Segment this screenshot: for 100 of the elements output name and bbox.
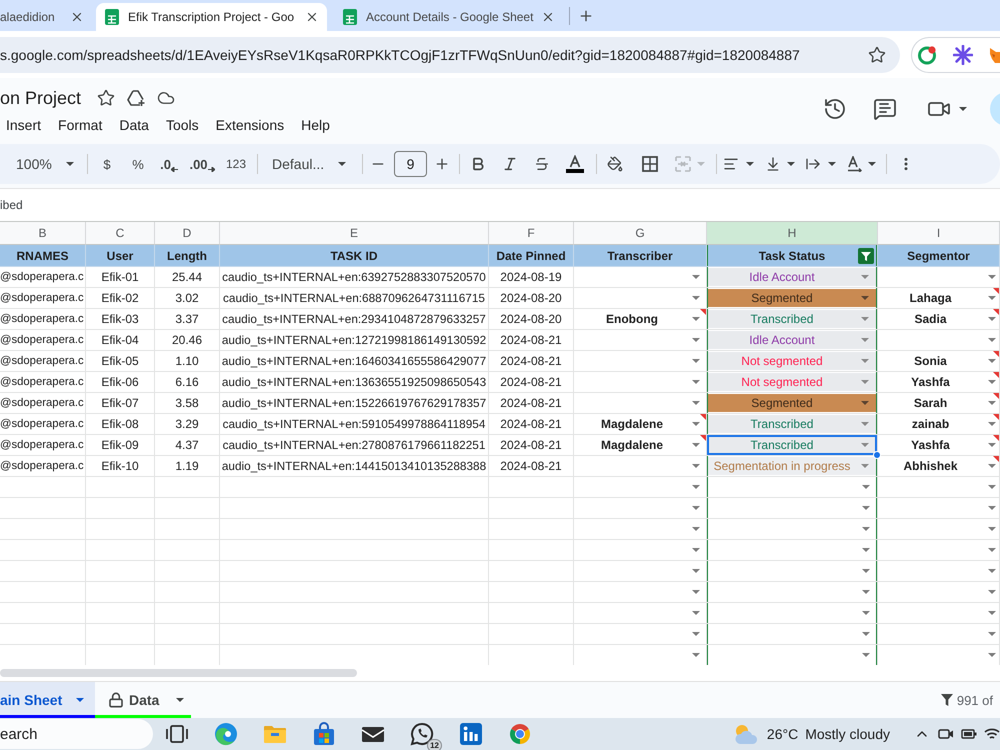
decrease-decimal-button[interactable]: .0	[154, 150, 184, 178]
column-letter[interactable]: G	[574, 222, 707, 245]
dropdown-arrow-icon[interactable]	[692, 611, 700, 615]
menu-item[interactable]: Data	[116, 115, 152, 135]
dropdown-arrow-icon[interactable]	[988, 590, 996, 594]
dropdown-cell[interactable]: Yashfa	[878, 372, 1000, 393]
status-dropdown[interactable]: Idle Account	[708, 331, 876, 349]
scrollbar-thumb[interactable]	[0, 669, 357, 677]
dropdown-cell[interactable]: Lahaga	[878, 288, 1000, 309]
text-color-icon[interactable]	[566, 155, 584, 173]
column-letter[interactable]: C	[86, 222, 155, 245]
dropdown-arrow-icon[interactable]	[692, 590, 700, 594]
dropdown-arrow-icon[interactable]	[692, 569, 700, 573]
dropdown-arrow-icon[interactable]	[692, 464, 700, 468]
fill-handle[interactable]	[873, 451, 881, 459]
dropdown-arrow-icon[interactable]	[692, 296, 700, 300]
dropdown-cell[interactable]: zainab	[878, 414, 1000, 435]
dropdown-arrow-icon[interactable]	[988, 632, 996, 636]
dropdown-arrow-icon[interactable]	[988, 275, 996, 279]
dropdown-arrow-icon[interactable]	[692, 359, 700, 363]
dropdown-arrow-icon[interactable]	[862, 506, 870, 510]
column-letter[interactable]: H	[707, 222, 878, 245]
status-dropdown[interactable]: Idle Account	[708, 268, 876, 286]
browser-tab[interactable]: Account Details - Google Sheet	[332, 3, 564, 31]
paint-bucket-icon[interactable]	[607, 156, 623, 172]
column-letter[interactable]: F	[489, 222, 574, 245]
dropdown-cell[interactable]: Sarah	[878, 393, 1000, 414]
ring-badge-icon[interactable]	[917, 44, 937, 64]
borders-icon[interactable]	[642, 156, 658, 172]
status-dropdown[interactable]: Segmented	[708, 394, 876, 412]
dropdown-arrow-icon[interactable]	[862, 569, 870, 573]
strikethrough-icon[interactable]	[534, 156, 550, 172]
dropdown-arrow-icon[interactable]	[692, 548, 700, 552]
formula-field[interactable]: ibed	[0, 189, 1000, 221]
menu-item[interactable]: Tools	[162, 115, 202, 135]
triangle-plus-icon[interactable]	[127, 89, 146, 107]
swirl-icon[interactable]	[214, 722, 238, 746]
font-select[interactable]: Defaul...	[264, 150, 352, 178]
menu-item[interactable]: Format	[55, 115, 106, 135]
cloud-icon[interactable]	[157, 89, 176, 107]
column-letter[interactable]: D	[155, 222, 220, 245]
app-tile-icon[interactable]	[459, 722, 483, 746]
dropdown-arrow-icon[interactable]	[862, 548, 870, 552]
address-bar[interactable]: s.google.com/spreadsheets/d/1EAveiyEYsRseV1KqsaR0RPKkTCOgjF1zrTFWqSnUun0/edit?gid=1820084887#gid=1820084887	[0, 36, 900, 72]
dropdown-arrow-icon[interactable]	[988, 611, 996, 615]
dropdown-arrow-icon[interactable]	[988, 527, 996, 531]
dropdown-arrow-icon[interactable]	[692, 275, 700, 279]
bold-icon[interactable]	[470, 156, 486, 172]
ring-dot-icon[interactable]	[508, 722, 532, 746]
dropdown-arrow-icon[interactable]	[862, 590, 870, 594]
dropdown-arrow-icon[interactable]	[862, 653, 870, 657]
browser-tab[interactable]: alaedidion	[0, 3, 92, 31]
dropdown-arrow-icon[interactable]	[692, 527, 700, 531]
dropdown-arrow-icon[interactable]	[692, 380, 700, 384]
italic-icon[interactable]	[502, 156, 518, 172]
dropdown-arrow-icon[interactable]	[862, 611, 870, 615]
dropdown-arrow-icon[interactable]	[692, 485, 700, 489]
dropdown-arrow-icon[interactable]	[988, 506, 996, 510]
menu-item[interactable]: Extensions	[212, 115, 288, 135]
dropdown-arrow-icon[interactable]	[862, 632, 870, 636]
dropdown-cell[interactable]: Abhishek	[878, 456, 1000, 477]
dropdown-arrow-icon[interactable]	[692, 506, 700, 510]
close-icon[interactable]	[70, 10, 84, 24]
dropdown-arrow-icon[interactable]	[692, 632, 700, 636]
sheet-tab[interactable]: ain Sheet	[0, 682, 95, 718]
asterisk-icon[interactable]	[953, 44, 973, 64]
task-view-icon[interactable]	[165, 722, 189, 746]
dropdown-arrow-icon[interactable]	[988, 485, 996, 489]
column-letter[interactable]: B	[0, 222, 86, 245]
dropdown-arrow-icon[interactable]	[862, 485, 870, 489]
dropdown-cell[interactable]: Sonia	[878, 351, 1000, 372]
plus-icon[interactable]	[434, 156, 450, 172]
status-dropdown[interactable]: Transcribed	[708, 415, 876, 433]
column-letter[interactable]: I	[878, 222, 1000, 245]
dropdown-arrow-icon[interactable]	[988, 569, 996, 573]
shopping-bag-icon[interactable]	[312, 722, 336, 746]
browser-tab[interactable]: Efik Transcription Project - Goo	[96, 3, 327, 31]
status-dropdown[interactable]: Segmented	[708, 289, 876, 307]
sheet-tab[interactable]: Data	[95, 682, 191, 718]
dropdown-arrow-icon[interactable]	[692, 338, 700, 342]
percent-button[interactable]: %	[122, 150, 154, 178]
dropdown-arrow-icon[interactable]	[692, 401, 700, 405]
dropdown-arrow-icon[interactable]	[862, 527, 870, 531]
font-size-field[interactable]: 9	[394, 151, 427, 177]
dropdown-arrow-icon[interactable]	[988, 653, 996, 657]
bookmark-star-icon[interactable]	[868, 46, 886, 64]
column-letter[interactable]: E	[220, 222, 489, 245]
filter-icon[interactable]	[858, 248, 874, 264]
menu-item[interactable]: Help	[298, 115, 333, 135]
menu-item[interactable]: Insert	[3, 115, 44, 135]
dropdown-arrow-icon[interactable]	[988, 548, 996, 552]
search-field[interactable]: earch	[0, 719, 153, 749]
close-icon[interactable]	[305, 10, 319, 24]
document-title[interactable]: on Project	[0, 88, 82, 108]
zoom-select[interactable]: 100%	[8, 150, 80, 178]
dropdown-arrow-icon[interactable]	[692, 653, 700, 657]
currency-button[interactable]: $	[92, 150, 122, 178]
history-icon[interactable]	[823, 97, 847, 121]
star-icon[interactable]	[97, 89, 116, 107]
number-format-button[interactable]: 123	[220, 150, 252, 178]
